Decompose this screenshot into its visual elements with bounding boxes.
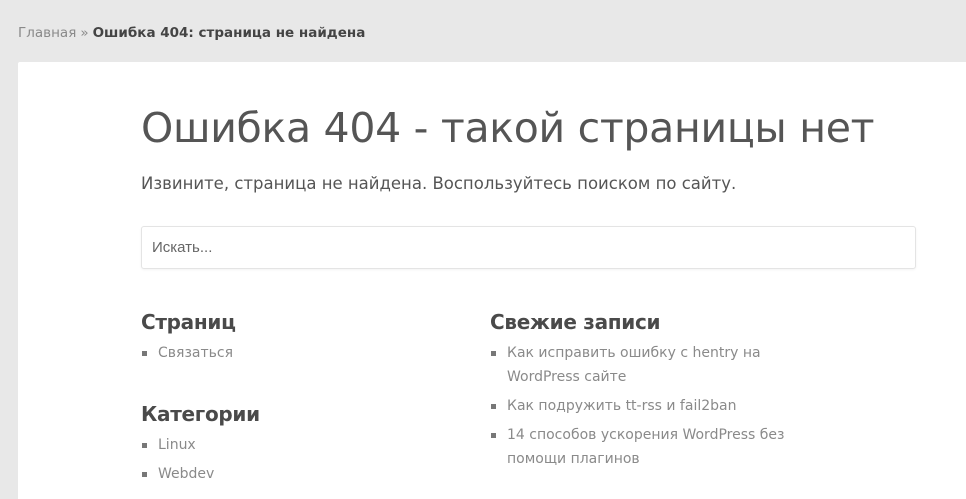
bullet-icon	[491, 404, 496, 409]
page-title: Ошибка 404 - такой страницы нет	[141, 104, 875, 152]
pages-widget: Страниц Связаться	[141, 309, 441, 370]
breadcrumb: Главная» Ошибка 404: страница не найдена	[18, 24, 365, 42]
list-item: Webdev	[141, 462, 441, 486]
bullet-icon	[142, 351, 147, 356]
recent-posts-widget: Свежие записи Как исправить ошибку с hen…	[490, 309, 790, 476]
bullet-icon	[142, 472, 147, 477]
bullet-icon	[491, 433, 496, 438]
search-form	[141, 226, 916, 269]
category-link-linux[interactable]: Linux	[158, 437, 196, 453]
list-item: Связаться	[141, 341, 441, 365]
recent-post-link[interactable]: Как исправить ошибку с hentry на WordPre…	[507, 345, 761, 385]
list-item: 14 способов ускорения WordPress без помо…	[490, 423, 790, 471]
pages-widget-title: Страниц	[141, 310, 236, 334]
breadcrumb-separator: »	[80, 25, 89, 41]
recent-posts-list: Как исправить ошибку с hentry на WordPre…	[490, 341, 790, 471]
intro-text: Извините, страница не найдена. Воспользу…	[141, 174, 737, 193]
bullet-icon	[142, 443, 147, 448]
categories-widget: Категории Linux Webdev	[141, 401, 441, 491]
page-link-contact[interactable]: Связаться	[158, 345, 233, 361]
breadcrumb-current: Ошибка 404: страница не найдена	[92, 25, 366, 41]
recent-post-link[interactable]: Как подружить tt-rss и fail2ban	[507, 398, 736, 414]
list-item: Как исправить ошибку с hentry на WordPre…	[490, 341, 790, 389]
content-card: Ошибка 404 - такой страницы нет Извините…	[18, 62, 966, 499]
bullet-icon	[491, 351, 496, 356]
category-link-webdev[interactable]: Webdev	[158, 466, 214, 482]
pages-list: Связаться	[141, 341, 441, 365]
list-item: Как подружить tt-rss и fail2ban	[490, 394, 790, 418]
search-input[interactable]	[141, 226, 916, 269]
breadcrumb-home-link[interactable]: Главная	[18, 25, 76, 41]
recent-post-link[interactable]: 14 способов ускорения WordPress без помо…	[507, 427, 784, 467]
categories-widget-title: Категории	[141, 402, 260, 426]
categories-list: Linux Webdev	[141, 433, 441, 486]
recent-posts-widget-title: Свежие записи	[490, 310, 661, 334]
list-item: Linux	[141, 433, 441, 457]
